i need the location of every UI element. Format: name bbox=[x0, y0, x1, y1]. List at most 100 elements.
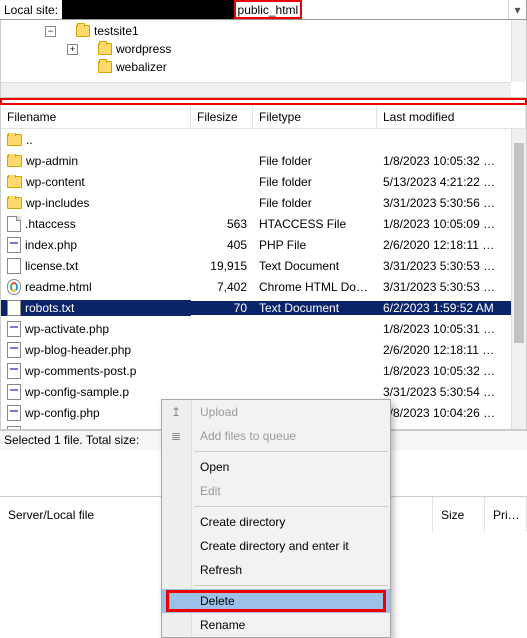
file-name: .. bbox=[26, 133, 33, 147]
ctx-rename[interactable]: Rename bbox=[162, 613, 390, 637]
ctx-separator bbox=[194, 585, 388, 586]
col-header-filesize[interactable]: Filesize bbox=[191, 105, 253, 128]
queue-icon: ≣ bbox=[168, 428, 184, 444]
ctx-separator bbox=[194, 451, 388, 452]
file-name: robots.txt bbox=[25, 301, 74, 315]
col-header-filename[interactable]: Filename bbox=[1, 105, 191, 128]
footer-size[interactable]: Size bbox=[433, 497, 485, 532]
file-icon bbox=[7, 216, 21, 232]
file-icon bbox=[7, 426, 21, 430]
ctx-create-dir[interactable]: Create directory bbox=[162, 510, 390, 534]
footer-priority[interactable]: Pri… bbox=[485, 497, 527, 532]
file-modified: 3/31/2023 5:30:56 … bbox=[377, 196, 526, 210]
tree-node-child[interactable]: webalizer bbox=[83, 58, 526, 76]
file-list-header: Filename Filesize Filetype Last modified bbox=[1, 105, 526, 129]
file-icon bbox=[7, 342, 21, 358]
collapse-icon[interactable]: − bbox=[45, 26, 56, 37]
file-icon bbox=[7, 384, 21, 400]
expand-icon[interactable]: + bbox=[67, 44, 78, 55]
file-name: wp-config-sample.p bbox=[25, 385, 129, 399]
file-icon bbox=[7, 237, 21, 253]
tree-label-child: wordpress bbox=[116, 42, 171, 56]
local-site-row: Local site: public_html ▾ bbox=[0, 0, 527, 20]
ctx-delete[interactable]: Delete bbox=[162, 589, 390, 613]
remote-path-text: public_html bbox=[238, 3, 299, 17]
file-modified: 1/8/2023 10:05:32 … bbox=[377, 154, 526, 168]
context-menu: ↥ Upload ≣ Add files to queue Open Edit … bbox=[161, 399, 391, 638]
file-row[interactable]: .htaccess563HTACCESS File1/8/2023 10:05:… bbox=[1, 213, 526, 234]
path-dropdown-arrow[interactable]: ▾ bbox=[508, 0, 526, 19]
ctx-edit[interactable]: Edit bbox=[162, 479, 390, 503]
file-type: Chrome HTML Do… bbox=[253, 280, 377, 294]
upload-icon: ↥ bbox=[168, 404, 184, 420]
col-header-filetype[interactable]: Filetype bbox=[253, 105, 377, 128]
file-type: PHP File bbox=[253, 238, 377, 252]
ctx-separator bbox=[194, 506, 388, 507]
highlight-border-top bbox=[0, 98, 527, 105]
ctx-add-queue[interactable]: ≣ Add files to queue bbox=[162, 424, 390, 448]
file-icon bbox=[7, 258, 21, 274]
file-name: wp-comments-post.p bbox=[25, 364, 136, 378]
file-icon bbox=[7, 405, 21, 421]
file-row[interactable]: .. bbox=[1, 129, 526, 150]
folder-icon bbox=[7, 197, 22, 209]
file-row[interactable]: wp-contentFile folder5/13/2023 4:21:22 … bbox=[1, 171, 526, 192]
file-row[interactable]: license.txt19,915Text Document3/31/2023 … bbox=[1, 255, 526, 276]
file-modified: 3/31/2023 5:30:54 … bbox=[377, 427, 526, 430]
folder-tree-pane: − testsite1 + wordpress webalizer bbox=[0, 20, 527, 98]
file-type: HTACCESS File bbox=[253, 217, 377, 231]
file-type: Text Document bbox=[253, 259, 377, 273]
file-modified: 1/8/2023 10:04:26 … bbox=[377, 406, 526, 420]
file-modified: 3/31/2023 5:30:53 … bbox=[377, 280, 526, 294]
file-row[interactable]: index.php 405PHP File2/6/2020 12:18:11 … bbox=[1, 234, 526, 255]
file-modified: 3/31/2023 5:30:54 … bbox=[377, 385, 526, 399]
ctx-create-dir-enter[interactable]: Create directory and enter it bbox=[162, 534, 390, 558]
file-row[interactable]: readme.html 7,402Chrome HTML Do…3/31/2023… bbox=[1, 276, 526, 297]
file-name: wp-config.php bbox=[25, 406, 100, 420]
file-name: readme.html bbox=[25, 280, 92, 294]
ctx-refresh[interactable]: Refresh bbox=[162, 558, 390, 582]
file-row[interactable]: wp-activate.php1/8/2023 10:05:31 … bbox=[1, 318, 526, 339]
file-scrollbar-vertical[interactable] bbox=[511, 129, 526, 429]
file-modified: 1/8/2023 10:05:32 … bbox=[377, 364, 526, 378]
status-text: Selected 1 file. Total size: bbox=[4, 433, 139, 447]
file-modified: 1/8/2023 10:05:09 … bbox=[377, 217, 526, 231]
file-modified: 2/6/2020 12:18:11 … bbox=[377, 343, 526, 357]
file-modified: 3/31/2023 5:30:53 … bbox=[377, 259, 526, 273]
file-size: 7,402 bbox=[191, 280, 253, 294]
file-name: wp-content bbox=[26, 175, 85, 189]
file-icon bbox=[7, 321, 21, 337]
file-icon bbox=[7, 363, 21, 379]
file-row[interactable]: robots.txt70Text Document6/2/2023 1:59:5… bbox=[1, 297, 526, 318]
file-row[interactable]: wp-comments-post.p 1/8/2023 10:05:32 … bbox=[1, 360, 526, 381]
file-size: 405 bbox=[191, 238, 253, 252]
file-type: File folder bbox=[253, 196, 377, 210]
remote-path-box[interactable]: public_html bbox=[234, 0, 303, 19]
tree-node-child[interactable]: + wordpress bbox=[83, 40, 526, 58]
col-header-modified[interactable]: Last modified bbox=[377, 105, 526, 128]
file-row[interactable]: wp-adminFile folder1/8/2023 10:05:32 … bbox=[1, 150, 526, 171]
file-modified: 2/6/2020 12:18:11 … bbox=[377, 238, 526, 252]
file-type: Text Document bbox=[253, 301, 377, 315]
file-type: File folder bbox=[253, 154, 377, 168]
file-name: .htaccess bbox=[25, 217, 76, 231]
file-icon bbox=[7, 279, 21, 295]
file-list[interactable]: .. wp-adminFile folder1/8/2023 10:05:32 …… bbox=[1, 129, 526, 429]
tree-label-child: webalizer bbox=[116, 60, 167, 74]
tree-scrollbar-vertical[interactable] bbox=[511, 20, 526, 82]
ctx-open[interactable]: Open bbox=[162, 455, 390, 479]
ctx-upload[interactable]: ↥ Upload bbox=[162, 400, 390, 424]
file-row[interactable]: wp-blog-header.php2/6/2020 12:18:11 … bbox=[1, 339, 526, 360]
file-modified: 1/8/2023 10:05:31 … bbox=[377, 322, 526, 336]
tree-scrollbar-horizontal[interactable] bbox=[1, 82, 511, 97]
file-name: index.php bbox=[25, 238, 77, 252]
file-row[interactable]: wp-includesFile folder3/31/2023 5:30:56 … bbox=[1, 192, 526, 213]
tree-node-root[interactable]: − testsite1 bbox=[61, 22, 526, 40]
local-site-label: Local site: bbox=[0, 3, 62, 17]
file-name: wp-cron.php bbox=[25, 427, 91, 430]
file-icon bbox=[7, 300, 21, 316]
file-type: File folder bbox=[253, 175, 377, 189]
folder-tree[interactable]: − testsite1 + wordpress webalizer bbox=[1, 20, 526, 76]
redacted-path bbox=[62, 0, 233, 19]
folder-icon bbox=[76, 25, 90, 37]
